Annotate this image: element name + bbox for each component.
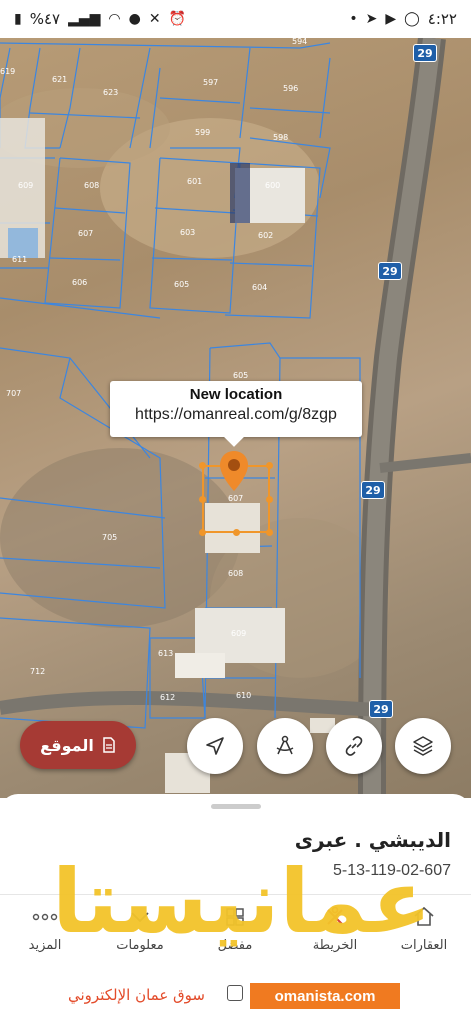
building — [175, 653, 225, 678]
dot-icon: • — [349, 11, 358, 27]
checkbox-icon — [227, 985, 243, 1001]
whatsapp-icon: ◯ — [404, 11, 420, 27]
svg-text:602: 602 — [258, 231, 273, 240]
navigate-button[interactable] — [187, 718, 243, 774]
road-shield-29: 29 — [369, 700, 393, 718]
svg-text:605: 605 — [233, 371, 248, 380]
location-status-icon: ● — [128, 11, 141, 27]
svg-text:604: 604 — [252, 283, 267, 292]
svg-text:608: 608 — [228, 569, 243, 578]
svg-text:610: 610 — [236, 691, 251, 700]
watermark-slogan: سوق عمان الإلكتروني — [68, 986, 205, 1004]
svg-text:596: 596 — [283, 84, 298, 93]
svg-text:707: 707 — [6, 389, 21, 398]
resize-handle[interactable] — [199, 496, 206, 503]
tooltip-url[interactable]: https://omanreal.com/g/8zgp — [110, 406, 362, 424]
wifi-icon: ◠ — [108, 11, 121, 27]
map-pin-icon[interactable] — [219, 450, 249, 492]
resize-handle[interactable] — [233, 529, 240, 536]
svg-text:598: 598 — [273, 133, 288, 142]
svg-text:603: 603 — [180, 228, 195, 237]
layers-icon — [413, 736, 433, 756]
svg-text:606: 606 — [72, 278, 87, 287]
layers-button[interactable] — [395, 718, 451, 774]
svg-text:608: 608 — [84, 181, 99, 190]
resize-handle[interactable] — [199, 462, 206, 469]
link-icon — [345, 736, 363, 756]
tooltip-title: New location — [189, 386, 283, 403]
document-icon — [103, 737, 115, 753]
place-title: الديبشي . عبرى — [294, 828, 451, 852]
road-shield-29: 29 — [413, 44, 437, 62]
svg-text:609: 609 — [18, 181, 33, 190]
compass-measure-icon — [276, 735, 294, 755]
building-shade — [230, 163, 250, 223]
navigation-arrow-icon — [206, 737, 224, 755]
signal-icon: ▂▄▆ — [68, 11, 101, 27]
location-button-label: الموقع — [40, 735, 94, 755]
status-left: ▮ %٤٧ ▂▄▆ ◠ ● ✕ ⏰ — [14, 10, 186, 28]
battery-level: %٤٧ — [29, 10, 61, 28]
svg-text:607: 607 — [78, 229, 93, 238]
svg-text:705: 705 — [102, 533, 117, 542]
telegram-icon: ➤ — [365, 11, 378, 27]
map-view[interactable]: 594 619 621 623 597 596 599 598 609 608 … — [0, 38, 471, 798]
svg-text:601: 601 — [187, 177, 202, 186]
sheet-drag-handle[interactable] — [211, 804, 261, 809]
resize-handle[interactable] — [266, 462, 273, 469]
svg-text:712: 712 — [30, 667, 45, 676]
svg-text:605: 605 — [174, 280, 189, 289]
resize-handle[interactable] — [266, 496, 273, 503]
mute-icon: ✕ — [148, 11, 161, 27]
selected-plot-number: 607 — [228, 494, 244, 503]
resize-handle[interactable] — [199, 529, 206, 536]
building-roof — [8, 228, 38, 258]
status-right: • ➤ ▶ ◯ ٤:٢٢ — [349, 10, 457, 28]
svg-text:613: 613 — [158, 649, 173, 658]
watermark-domain: omanista.com — [250, 983, 400, 1009]
svg-text:612: 612 — [160, 693, 175, 702]
watermark-logo: عمانيستا — [52, 850, 434, 953]
youtube-icon: ▶ — [385, 11, 397, 27]
svg-text:623: 623 — [103, 88, 118, 97]
svg-text:609: 609 — [231, 629, 246, 638]
svg-text:611: 611 — [12, 255, 27, 264]
svg-text:600: 600 — [265, 181, 280, 190]
alarm-icon: ⏰ — [168, 11, 187, 27]
svg-text:599: 599 — [195, 128, 210, 137]
measure-button[interactable] — [257, 718, 313, 774]
svg-text:621: 621 — [52, 75, 67, 84]
share-link-button[interactable] — [326, 718, 382, 774]
resize-handle[interactable] — [266, 529, 273, 536]
battery-icon: ▮ — [14, 11, 22, 27]
clock: ٤:٢٢ — [427, 10, 457, 28]
svg-text:619: 619 — [0, 67, 15, 76]
svg-text:597: 597 — [203, 78, 218, 87]
location-tooltip[interactable]: New location https://omanreal.com/g/8zgp — [110, 381, 362, 447]
road-shield-29: 29 — [361, 481, 385, 499]
status-bar: ▮ %٤٧ ▂▄▆ ◠ ● ✕ ⏰ • ➤ ▶ ◯ ٤:٢٢ — [0, 0, 471, 38]
location-button[interactable]: الموقع — [20, 721, 136, 769]
svg-text:594: 594 — [292, 38, 307, 46]
road-shield-29: 29 — [378, 262, 402, 280]
